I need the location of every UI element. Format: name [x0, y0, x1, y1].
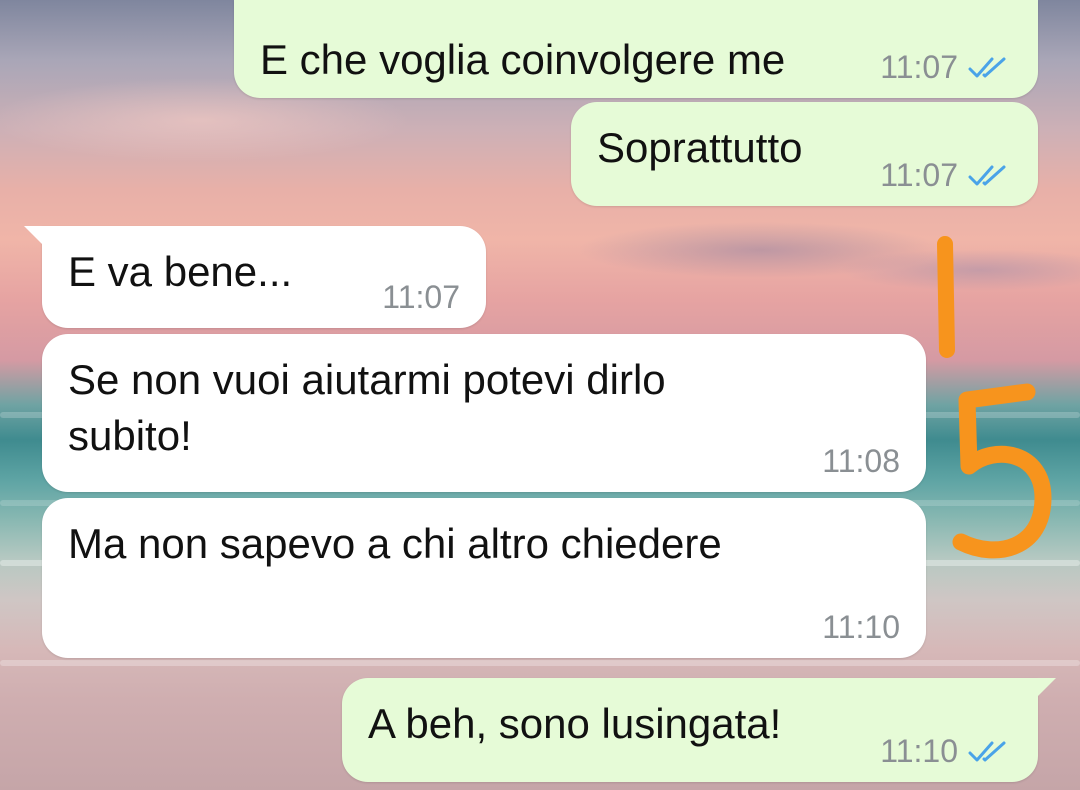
message-meta: 11:07	[880, 49, 1012, 86]
handwritten-15-annotation	[937, 236, 1052, 559]
message-text: Se non vuoi aiutarmi potevi dirlo subito…	[68, 356, 666, 459]
message-bubble-incoming[interactable]: Se non vuoi aiutarmi potevi dirlo subito…	[42, 334, 926, 492]
message-bubble-incoming[interactable]: Ma non sapevo a chi altro chiedere 11:10	[42, 498, 926, 658]
message-time: 11:07	[880, 157, 958, 193]
double-check-icon	[968, 741, 1006, 761]
message-meta: 11:10	[880, 733, 1012, 770]
message-time: 11:10	[822, 609, 900, 645]
message-bubble-outgoing[interactable]: E che voglia coinvolgere me 11:07	[234, 0, 1038, 98]
bubble-tail	[24, 226, 46, 248]
double-check-icon	[968, 57, 1006, 77]
message-bubble-outgoing[interactable]: A beh, sono lusingata! 11:10	[342, 678, 1056, 782]
bubble-tail	[1034, 678, 1056, 700]
message-meta: 11:07	[880, 157, 1012, 194]
message-bubble-incoming[interactable]: E va bene... 11:07	[24, 226, 486, 328]
message-meta: 11:08	[822, 443, 900, 480]
message-bubble-outgoing[interactable]: Soprattutto 11:07	[571, 102, 1038, 206]
message-meta: 11:10	[822, 609, 900, 646]
double-check-icon	[968, 165, 1006, 185]
message-text: Ma non sapevo a chi altro chiedere	[68, 520, 722, 567]
message-time: 11:07	[880, 49, 958, 85]
message-meta: 11:07	[382, 279, 460, 316]
message-time: 11:08	[822, 443, 900, 479]
message-time: 11:07	[382, 279, 460, 315]
message-time: 11:10	[880, 733, 958, 769]
